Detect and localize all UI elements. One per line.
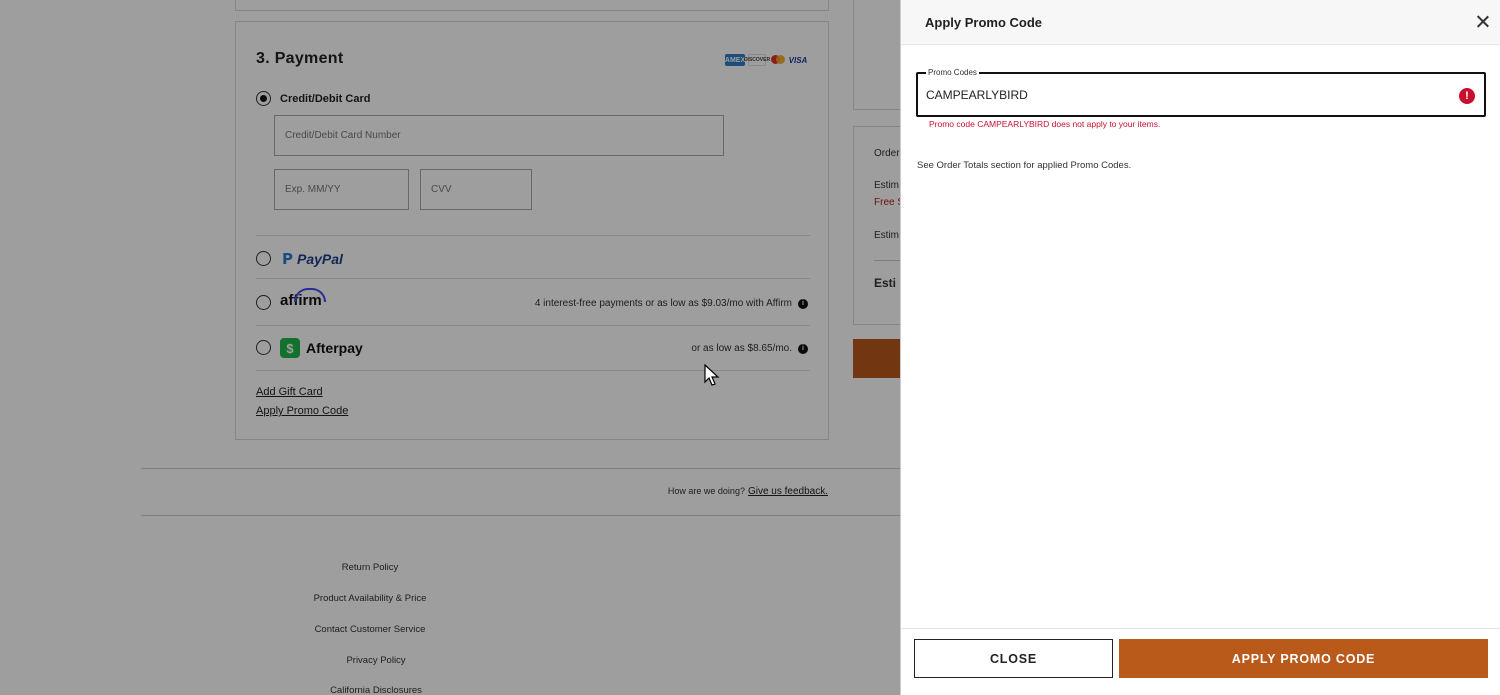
promo-code-label: Promo Codes: [926, 68, 979, 77]
close-button[interactable]: CLOSE: [914, 639, 1113, 678]
panel-header: Apply Promo Code: [901, 0, 1500, 45]
promo-code-input[interactable]: [926, 86, 1426, 104]
error-icon: !: [1459, 88, 1475, 104]
modal-backdrop[interactable]: [0, 0, 900, 695]
close-icon[interactable]: [1475, 14, 1491, 30]
promo-code-panel: Apply Promo Code Promo Codes ! Promo cod…: [900, 0, 1500, 695]
panel-title: Apply Promo Code: [925, 15, 1043, 30]
error-message: Promo code CAMPEARLYBIRD does not apply …: [929, 119, 1161, 129]
panel-footer: CLOSE APPLY PROMO CODE: [901, 628, 1500, 695]
mouse-cursor-icon: [704, 364, 720, 386]
promo-code-field: Promo Codes !: [916, 68, 1486, 117]
apply-promo-code-button[interactable]: APPLY PROMO CODE: [1119, 639, 1488, 678]
promo-hint: See Order Totals section for applied Pro…: [917, 160, 1132, 171]
